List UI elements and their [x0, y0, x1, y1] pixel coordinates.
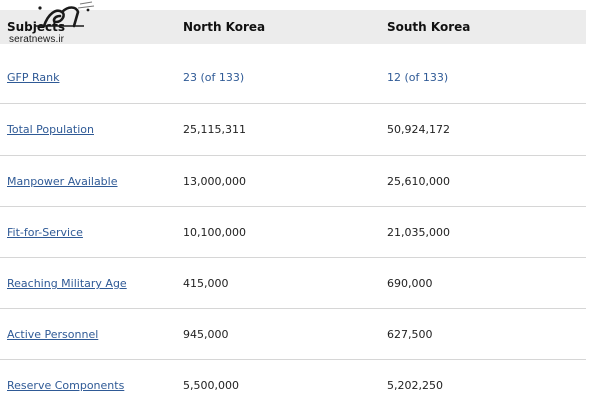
site-watermark: seratnews.ir — [4, 0, 100, 48]
subject-link-gfp-rank[interactable]: GFP Rank — [7, 52, 59, 103]
table-row: Reserve Components 5,500,000 5,202,250 — [0, 360, 586, 400]
south-korea-value: 5,202,250 — [387, 379, 443, 392]
north-korea-value: 5,500,000 — [183, 379, 239, 392]
north-korea-gfp-rank-link[interactable]: 23 (of 133) — [183, 52, 244, 103]
table-row: Total Population 25,115,311 50,924,172 — [0, 104, 586, 155]
comparison-page: Subjects North Korea South Korea GFP Ran… — [0, 0, 600, 400]
subject-link-reaching-military-age[interactable]: Reaching Military Age — [7, 258, 127, 309]
subject-link-reserve-components[interactable]: Reserve Components — [7, 360, 124, 400]
south-korea-value: 21,035,000 — [387, 226, 450, 239]
header-south-korea: South Korea — [387, 20, 471, 34]
watermark-logo-icon — [34, 1, 95, 28]
table-row: Reaching Military Age 415,000 690,000 — [0, 258, 586, 309]
north-korea-value: 945,000 — [183, 328, 229, 341]
table-row: Fit-for-Service 10,100,000 21,035,000 — [0, 207, 586, 258]
table-row: Manpower Available 13,000,000 25,610,000 — [0, 156, 586, 207]
watermark-url: seratnews.ir — [9, 34, 65, 45]
table-row: GFP Rank 23 (of 133) 12 (of 133) — [0, 52, 586, 103]
subject-link-manpower-available[interactable]: Manpower Available — [7, 156, 118, 207]
south-korea-value: 25,610,000 — [387, 175, 450, 188]
subject-link-fit-for-service[interactable]: Fit-for-Service — [7, 207, 83, 258]
south-korea-gfp-rank-link[interactable]: 12 (of 133) — [387, 52, 448, 103]
table-row: Active Personnel 945,000 627,500 — [0, 309, 586, 360]
north-korea-value: 10,100,000 — [183, 226, 246, 239]
north-korea-value: 13,000,000 — [183, 175, 246, 188]
header-north-korea: North Korea — [183, 20, 266, 34]
south-korea-value: 690,000 — [387, 277, 433, 290]
south-korea-value: 50,924,172 — [387, 123, 450, 136]
subject-link-active-personnel[interactable]: Active Personnel — [7, 309, 98, 360]
north-korea-value: 415,000 — [183, 277, 229, 290]
north-korea-value: 25,115,311 — [183, 123, 246, 136]
subject-link-total-population[interactable]: Total Population — [7, 104, 94, 155]
south-korea-value: 627,500 — [387, 328, 433, 341]
